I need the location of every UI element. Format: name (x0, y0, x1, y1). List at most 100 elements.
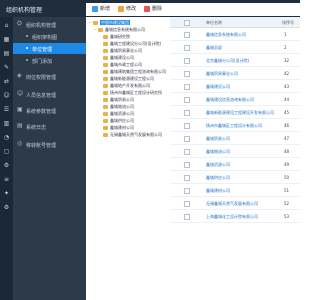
tree-node[interactable]: 鑫城物流公司 (99, 103, 134, 110)
edit-button[interactable]: 修改 (118, 5, 136, 14)
row-checkbox[interactable] (184, 136, 190, 142)
table-row[interactable]: 北京鑫城分公司(设计院) 32 (170, 54, 300, 67)
row-checkbox[interactable] (184, 58, 190, 64)
tree-node-label: 鑫城工程建设分公司(设计院) (110, 41, 162, 46)
settings-icon[interactable]: ⚙ (3, 163, 10, 169)
table-icon[interactable]: ▤ (3, 51, 10, 57)
row-checkbox[interactable] (184, 123, 190, 129)
log-icon: ▤ (17, 122, 23, 129)
table-row[interactable]: 鑫城供应公司 50 (170, 171, 300, 184)
tree-node[interactable]: 鑫城资源公司 (99, 110, 134, 117)
tree-node[interactable]: 鑫城研究院 (99, 33, 130, 40)
unit-name-link[interactable]: 无锡鑫城天然气发展有限公司 (206, 201, 258, 207)
table-row[interactable]: 扬州市鑫城区工程设计有限公司 46 (170, 119, 300, 132)
nav-item-label: 组织机构管理 (26, 23, 57, 29)
tree-node[interactable]: 鑫城建设公司 (99, 54, 134, 61)
row-checkbox[interactable] (184, 45, 190, 51)
table-row[interactable]: 鑫城物流公司 48 (170, 145, 300, 158)
delete-button[interactable]: 删除 (144, 5, 162, 14)
nav-item[interactable]: ▤ 系统日志 (13, 121, 86, 132)
tree-node[interactable]: 扬州市鑫城区工程设计研究所 (99, 89, 162, 96)
table-row[interactable]: 鑫城总部 2 (170, 41, 300, 54)
tree-node[interactable]: 鑫城贸易事业公司 (99, 47, 142, 54)
unit-name-link[interactable]: 扬州市鑫城区工程设计有限公司 (206, 123, 262, 129)
order-number: 43 (284, 84, 290, 89)
row-checkbox[interactable] (184, 149, 190, 155)
unit-grid: 单位名称 排序号 鑫城信息系统有限公司 1 鑫城总部 2 北京鑫城分公司(设计院) 32 鑫… (170, 17, 300, 300)
table-row[interactable]: 鑫城建材公司 51 (170, 184, 300, 197)
nav-item[interactable]: ☺ 人员信息管理 (13, 89, 86, 100)
tree-node[interactable]: − 中国市建设集团 (89, 19, 130, 26)
row-checkbox[interactable] (184, 110, 190, 116)
file-icon[interactable]: ▢ (3, 149, 10, 155)
row-checkbox[interactable] (184, 201, 190, 207)
unit-name-link[interactable]: 鑫城资源公司 (206, 162, 230, 168)
row-checkbox[interactable] (184, 214, 190, 220)
unit-name-link[interactable]: 鑫城供应公司 (206, 175, 230, 181)
unit-name-link[interactable]: 鑫城建设信息咨询有限公司 (206, 97, 254, 103)
tree-node-label: 鑫城新能源建设工程公司 (110, 76, 154, 81)
order-number: 47 (284, 136, 290, 141)
table-row[interactable]: 鑫城建设信息咨询有限公司 44 (170, 93, 300, 106)
unit-name-link[interactable]: 北京鑫城分公司(设计院) (206, 58, 249, 64)
unit-name-link[interactable]: 鑫城物流公司 (206, 149, 230, 155)
nav-item[interactable]: 组织架构图 (13, 31, 86, 42)
folder-icon (103, 56, 108, 60)
chart-icon[interactable]: ◔ (3, 135, 10, 141)
unit-name-link[interactable]: 鑫城总部 (206, 45, 222, 51)
home-icon[interactable]: ⌂ (3, 23, 10, 29)
flow-icon[interactable]: ⇄ (3, 79, 10, 85)
tree-node[interactable]: 鑫城工程建设分公司(设计院) (99, 40, 161, 47)
tree-node[interactable]: 鑫城建筑集团工程咨询有限公司 (99, 68, 166, 75)
tree-node[interactable]: 鑫城新能源建设工程公司 (99, 75, 154, 82)
table-row[interactable]: 鑫城贸易公司 47 (170, 132, 300, 145)
table-row[interactable]: 上海鑫城化工设计院有限公司 53 (170, 210, 300, 223)
unit-name-link[interactable]: 鑫城贸易公司 (206, 136, 230, 142)
unit-name-link[interactable]: 鑫城信息系统有限公司 (206, 32, 246, 38)
tree-node[interactable]: 鑫城供应公司 (99, 117, 134, 124)
tree-node[interactable]: 鑫城建材公司 (99, 124, 134, 131)
row-checkbox[interactable] (184, 71, 190, 77)
nav-item[interactable]: 单位管理 (13, 43, 86, 54)
wrench-icon[interactable]: ✦ (3, 191, 10, 197)
delete-button-label: 删除 (152, 6, 163, 12)
row-checkbox[interactable] (184, 84, 190, 90)
user-icon[interactable]: ☺ (3, 93, 10, 99)
row-checkbox[interactable] (184, 32, 190, 38)
gear-icon[interactable]: ⚙ (3, 205, 10, 211)
tree-node[interactable]: 鑫城贸易公司 (99, 96, 134, 103)
row-checkbox[interactable] (184, 188, 190, 194)
row-checkbox[interactable] (184, 97, 190, 103)
table-row[interactable]: 鑫城贸易事业公司 42 (170, 67, 300, 80)
row-checkbox[interactable] (184, 162, 190, 168)
edit-icon[interactable]: ✎ (3, 65, 10, 71)
unit-name-link[interactable]: 上海鑫城化工设计院有限公司 (206, 214, 258, 220)
row-checkbox[interactable] (184, 175, 190, 181)
new-button[interactable]: 新增 (92, 5, 110, 14)
nav-item[interactable]: 部门添加 (13, 55, 86, 66)
report-icon[interactable]: ▥ (3, 121, 10, 127)
table-row[interactable]: 鑫城建设公司 43 (170, 80, 300, 93)
grid-icon[interactable]: ▦ (3, 37, 10, 43)
tree-node[interactable]: 鑫城市政工程公司 (99, 61, 142, 68)
nav-item[interactable]: ▣ 系统参数管理 (13, 105, 86, 116)
select-all-checkbox[interactable] (184, 20, 190, 26)
unit-name-link[interactable]: 鑫城新能源建设工程建设开发有限公司 (206, 110, 274, 116)
nav-item[interactable]: ◈ 岗位权限管理 (13, 71, 86, 82)
tree-node[interactable]: − 鑫城信息系统有限公司 (94, 26, 145, 33)
table-row[interactable]: 鑫城资源公司 49 (170, 158, 300, 171)
tree-node[interactable]: 无锡鑫城天然气发展有限公司 (99, 131, 162, 138)
unit-name-link[interactable]: 鑫城建材公司 (206, 188, 230, 194)
unit-name-link[interactable]: 鑫城建设公司 (206, 84, 230, 90)
unit-name-link[interactable]: 鑫城贸易事业公司 (206, 71, 238, 77)
table-row[interactable]: 鑫城信息系统有限公司 1 (170, 28, 300, 41)
folder-icon (93, 21, 98, 25)
nav-item[interactable]: ◎ 移转账号管理 (13, 139, 86, 150)
table-row[interactable]: 无锡鑫城天然气发展有限公司 52 (170, 197, 300, 210)
menu-icon[interactable]: ≡ (3, 177, 10, 183)
list-icon[interactable]: ☰ (3, 107, 10, 113)
tree-node[interactable]: 鑫城地产开发有限公司 (99, 82, 150, 89)
nav-item[interactable]: ⛭ 组织机构管理 (13, 19, 86, 30)
table-row[interactable]: 鑫城新能源建设工程建设开发有限公司 45 (170, 106, 300, 119)
app-title: 组织机构管理 (6, 7, 43, 14)
